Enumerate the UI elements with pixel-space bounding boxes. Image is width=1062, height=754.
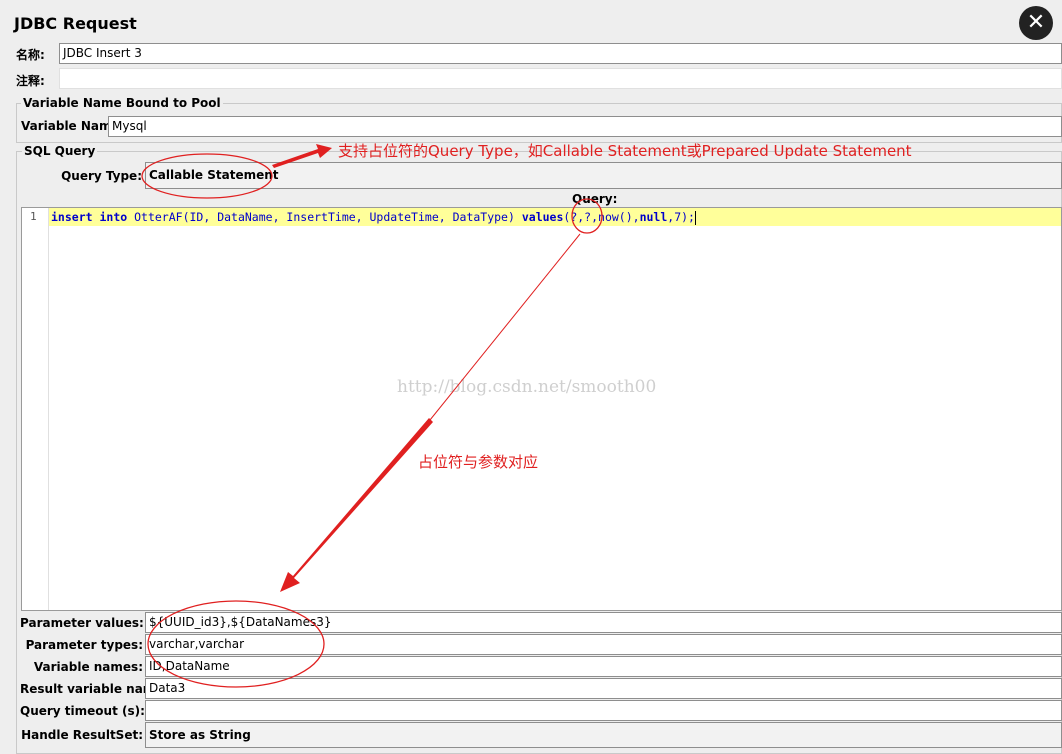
params-circle xyxy=(147,600,325,688)
connector-line xyxy=(429,233,581,421)
query-type-circle xyxy=(141,153,273,199)
annotation-overlay xyxy=(141,144,603,688)
arrow-icon xyxy=(280,418,433,592)
placeholder-annotation: 支持占位符的Query Type，如Callable Statement或Pre… xyxy=(338,142,912,160)
placeholder-circle xyxy=(571,198,603,234)
mapping-annotation: 占位符与参数对应 xyxy=(418,453,539,471)
arrow-icon xyxy=(272,144,332,168)
